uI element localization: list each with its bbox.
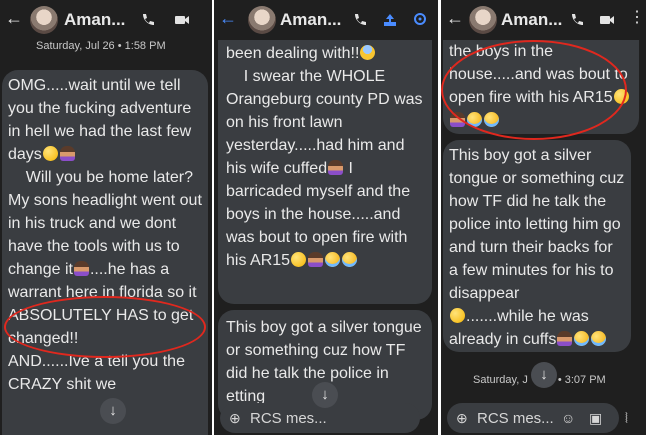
facepalm-emoji-icon [557,331,573,346]
message-bubble[interactable]: OMG.....wait until we tell you the fucki… [2,70,208,435]
more-icon[interactable]: ⋮ [629,10,645,26]
scroll-down-icon[interactable]: ↓ [531,362,557,388]
screenshot-panel-3: ← Aman... ⋮ the boys in the house.....an… [441,0,646,435]
laughing-emoji-icon [342,252,358,267]
back-arrow-icon[interactable]: ← [4,8,24,29]
add-icon[interactable]: ⊕ [229,410,241,427]
contact-name[interactable]: Aman... [501,10,562,30]
flushed-emoji-icon [291,252,307,267]
message-bubble[interactable]: been dealing with!! I swear the WHOLE Or… [218,36,432,304]
location-icon[interactable] [412,12,428,28]
annotation-oval [441,40,627,140]
scroll-down-icon[interactable]: ↓ [100,398,126,424]
message-text: This boy got a silver tongue or somethin… [449,147,629,302]
composer-placeholder: RCS mes... [250,410,327,427]
contact-name[interactable]: Aman... [280,10,341,30]
screenshot-panel-1: ← Aman... Saturday, Jul 26 • 1:58 PM OMG… [0,0,212,435]
avatar[interactable] [30,6,58,34]
thinking-emoji-icon [450,308,465,323]
message-composer[interactable]: ⊕ RCS mes... [220,403,420,433]
add-icon[interactable]: ⊕ [456,410,468,427]
message-composer[interactable]: ⊕ RCS mes... ☺ ▣ [447,403,619,433]
facepalm-emoji-icon [59,146,75,161]
message-bubble[interactable]: This boy got a silver tongue or somethin… [443,140,631,352]
conversation-header: ← Aman... ⋮ [441,0,646,40]
fearful-emoji-icon [360,45,376,60]
phone-icon[interactable] [352,12,368,28]
message-timestamp: Saturday, Jul 26 • 1:58 PM [36,40,166,52]
video-icon[interactable] [599,12,615,28]
flushed-emoji-icon [42,146,58,161]
video-icon[interactable] [174,12,190,28]
facepalm-emoji-icon [328,160,344,175]
composer-placeholder: RCS mes... [477,410,554,427]
voice-icon[interactable]: ⦚ [625,410,628,427]
message-text: d he talk the police in [238,365,389,382]
avatar[interactable] [469,6,497,34]
laughing-emoji-icon [591,331,607,346]
screenshot-panel-2: ← Aman... been dealing with!! I swear th… [214,0,438,435]
back-arrow-icon[interactable]: ← [445,8,465,29]
back-arrow-icon[interactable]: ← [218,8,238,29]
contact-name[interactable]: Aman... [64,10,125,30]
message-text: OMG.....wait until we tell you the fucki… [8,77,196,163]
phone-icon[interactable] [569,12,585,28]
gallery-icon[interactable]: ▣ [589,410,602,427]
scroll-down-icon[interactable]: ↓ [312,382,338,408]
facepalm-emoji-icon [73,261,89,276]
timestamp-text: • 3:07 PM [557,374,606,386]
upload-icon[interactable] [382,12,398,28]
emoji-icon[interactable]: ☺ [561,410,575,426]
phone-icon[interactable] [140,12,156,28]
facepalm-emoji-icon [308,252,324,267]
laughing-emoji-icon [574,331,590,346]
avatar[interactable] [248,6,276,34]
conversation-header: ← Aman... [214,0,438,40]
message-text: been dealing with!! [226,45,360,62]
message-text: I swear the WHOLE Orangeburg county PD w… [226,68,427,177]
conversation-header: ← Aman... [0,0,212,40]
annotation-oval [4,296,206,358]
timestamp-text: Saturday, J [473,374,528,386]
laughing-emoji-icon [325,252,341,267]
